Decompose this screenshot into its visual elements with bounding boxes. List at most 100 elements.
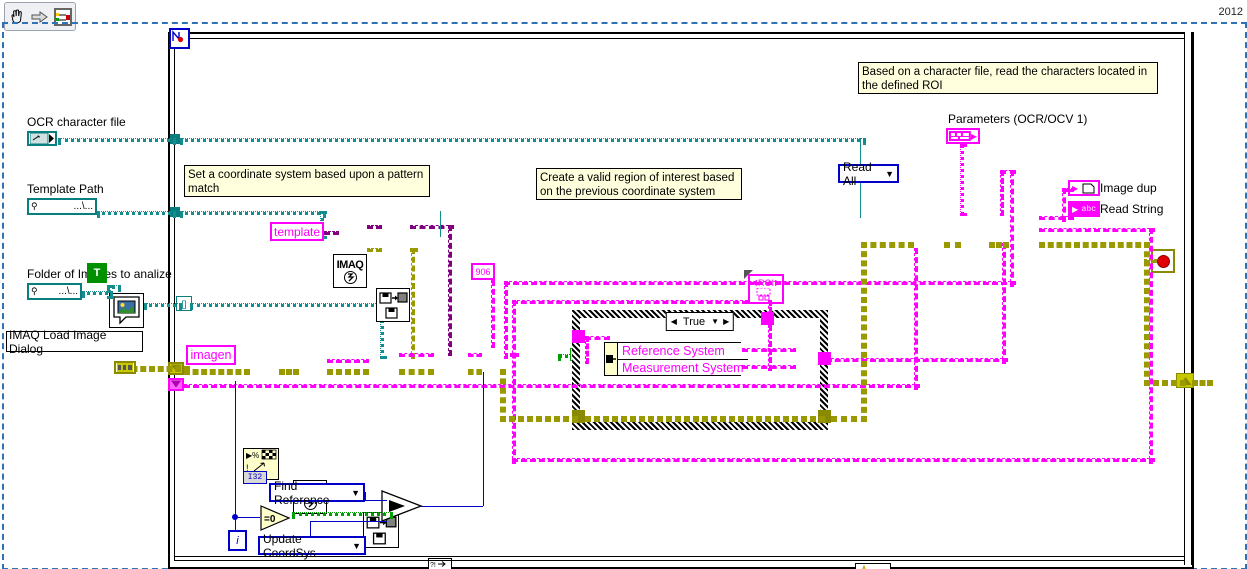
case-selector[interactable]: ◀ True ▼ ▶ xyxy=(665,312,735,331)
update-coordsys-enum[interactable]: Update CoordSys ▼ xyxy=(258,532,366,560)
case-dropdown-arrow-icon[interactable]: ▼ xyxy=(709,317,721,326)
imaq-readfile-template-vi[interactable] xyxy=(376,288,410,322)
wire-template-path xyxy=(97,211,176,215)
format-into-string-node[interactable]: ▶% ! I32 xyxy=(243,448,279,484)
select-node[interactable] xyxy=(381,490,423,522)
imaq-load-image-dialog-caption-text: IMAQ Load Image Dialog xyxy=(9,327,107,356)
wire-err-3 xyxy=(327,369,369,375)
wire-blue-5 xyxy=(365,500,387,501)
wire-img-13 xyxy=(1062,188,1066,222)
wire-err-17 xyxy=(1144,259,1157,263)
wire-err-7 xyxy=(500,416,578,422)
imagen-constant-text: imagen xyxy=(190,348,232,362)
ocr-character-file-label: OCR character file xyxy=(27,115,126,129)
find-reference-dropdown-icon[interactable]: ▼ xyxy=(351,488,360,498)
svg-text:?!: ?! xyxy=(430,562,436,569)
wire-img-11 xyxy=(1039,216,1074,220)
wire-loaddlg-out xyxy=(144,303,182,307)
boolean-true-constant[interactable]: T xyxy=(87,263,107,283)
while-loop-right-rail xyxy=(1184,32,1192,565)
labview-version-label: 2012 xyxy=(1216,6,1245,18)
imagen-string-constant[interactable]: imagen xyxy=(186,345,236,365)
equal-zero-node[interactable]: =0 xyxy=(260,505,292,531)
wire-img-17 xyxy=(512,300,516,464)
wire-err-template-h xyxy=(410,248,418,252)
imaq-create-template-icon: IMAQ xyxy=(334,255,366,287)
error-constant-left[interactable] xyxy=(114,361,136,374)
comment-ocr: Based on a character file, read the char… xyxy=(858,62,1158,94)
read-all-dropdown-icon[interactable]: ▼ xyxy=(885,169,894,179)
cluster-row-reference-system: Reference System xyxy=(618,343,748,360)
wire-img-8 xyxy=(1010,170,1014,287)
read-all-enum[interactable]: Read All ▼ xyxy=(838,160,899,188)
loop-condition-terminal-icon[interactable] xyxy=(169,28,190,49)
folder-images-control[interactable]: ⚲ ...\... xyxy=(27,283,82,300)
boolean-true-letter: T xyxy=(93,266,101,279)
wire-index-out xyxy=(190,303,386,307)
roi-shape-icon xyxy=(756,287,771,300)
wire-err-1 xyxy=(184,369,250,375)
shift-register-left-bottom[interactable] xyxy=(168,378,184,391)
wire-img-19 xyxy=(768,300,772,320)
wire-parameters-down xyxy=(960,144,964,216)
case-tunnel-in-left xyxy=(572,330,585,343)
imaq-create-template-vi[interactable]: IMAQ xyxy=(333,254,367,288)
wire-blue-8 xyxy=(421,506,483,507)
wire-blue-10 xyxy=(235,381,236,386)
wire-img-2 xyxy=(327,359,369,363)
cluster-row-measurement-system: Measurement System xyxy=(622,361,744,375)
svg-text:▶%: ▶% xyxy=(246,451,259,460)
stop-led-icon xyxy=(1156,254,1170,268)
case-next-arrow-icon[interactable]: ▶ xyxy=(721,317,731,326)
ocr-character-file-control[interactable] xyxy=(27,131,57,146)
wire-img-22 xyxy=(742,365,796,369)
case-selector-value: True xyxy=(682,315,706,328)
wire-err-11 xyxy=(944,242,961,248)
imaq-ocr-create-session-vi[interactable]: A12c xyxy=(855,563,891,569)
update-coordsys-dropdown-icon[interactable]: ▼ xyxy=(352,541,361,551)
wire-img-16 xyxy=(512,458,1155,462)
wire-err-16 xyxy=(1192,380,1213,386)
read-string-indicator[interactable]: ▶ abc xyxy=(1068,201,1100,217)
folder-images-value: ...\... xyxy=(58,286,78,297)
coordinate-cluster-constant[interactable]: Reference System Measurement System xyxy=(604,342,748,376)
read-string-abc-glyph: abc xyxy=(1081,204,1096,214)
comment-roi: Create a valid region of interest based … xyxy=(536,168,742,200)
template-path-value: ...\... xyxy=(73,201,93,212)
comment-ocr-text: Based on a character file, read the char… xyxy=(862,66,1148,93)
template-string-constant[interactable]: template xyxy=(270,222,324,241)
wire-err-9 xyxy=(861,242,867,422)
wire-blue-7 xyxy=(310,521,387,522)
cluster-glyph-icon xyxy=(949,131,971,141)
roi-ring-constant[interactable]: ◀ ROI ▶ xyxy=(748,274,784,304)
comment-coordinate-system-text: Set a coordinate system based upon a pat… xyxy=(188,169,424,196)
image-dup-label: Image dup xyxy=(1100,181,1157,195)
find-reference-enum[interactable]: Find Reference ▼ xyxy=(269,479,365,507)
svg-text:=0: =0 xyxy=(264,514,276,525)
format-int-type-text: I32 xyxy=(247,473,263,482)
wire-img-1v xyxy=(914,248,918,390)
read-all-enum-text: Read All xyxy=(843,159,872,188)
wire-img-10 xyxy=(1000,170,1004,216)
loop-iteration-terminal[interactable]: i xyxy=(228,530,247,551)
template-path-control[interactable]: ⚲ ...\... xyxy=(27,198,97,215)
wire-template-path-2 xyxy=(180,211,326,215)
wire-imaq-to-read xyxy=(367,225,382,229)
case-prev-arrow-icon[interactable]: ◀ xyxy=(669,317,679,326)
template-constant-text: template xyxy=(273,224,321,239)
comment-coordinate-system: Set a coordinate system based upon a pat… xyxy=(184,165,430,197)
wire-img-4 xyxy=(468,353,482,357)
wire-img-24 xyxy=(1002,243,1006,364)
wire-ocr-path-2 xyxy=(180,138,866,142)
imaq-load-image-dialog-vi[interactable] xyxy=(109,293,144,328)
block-diagram-canvas: 2012 OCR character file Template Path ⚲ … xyxy=(0,0,1247,569)
wire-blue-6 xyxy=(310,521,311,536)
read-string-arrow-icon: ▶ xyxy=(1072,204,1079,214)
wire-err-4 xyxy=(399,369,434,375)
parameters-control[interactable]: ▶ xyxy=(946,128,980,144)
image-glyph-icon xyxy=(1082,183,1095,193)
imaq-load-image-dialog-caption: IMAQ Load Image Dialog xyxy=(6,328,143,356)
numeric-cluster-constant[interactable]: 906 xyxy=(471,263,495,280)
wire-err-template xyxy=(367,248,382,252)
wire-blue-4 xyxy=(365,492,366,500)
